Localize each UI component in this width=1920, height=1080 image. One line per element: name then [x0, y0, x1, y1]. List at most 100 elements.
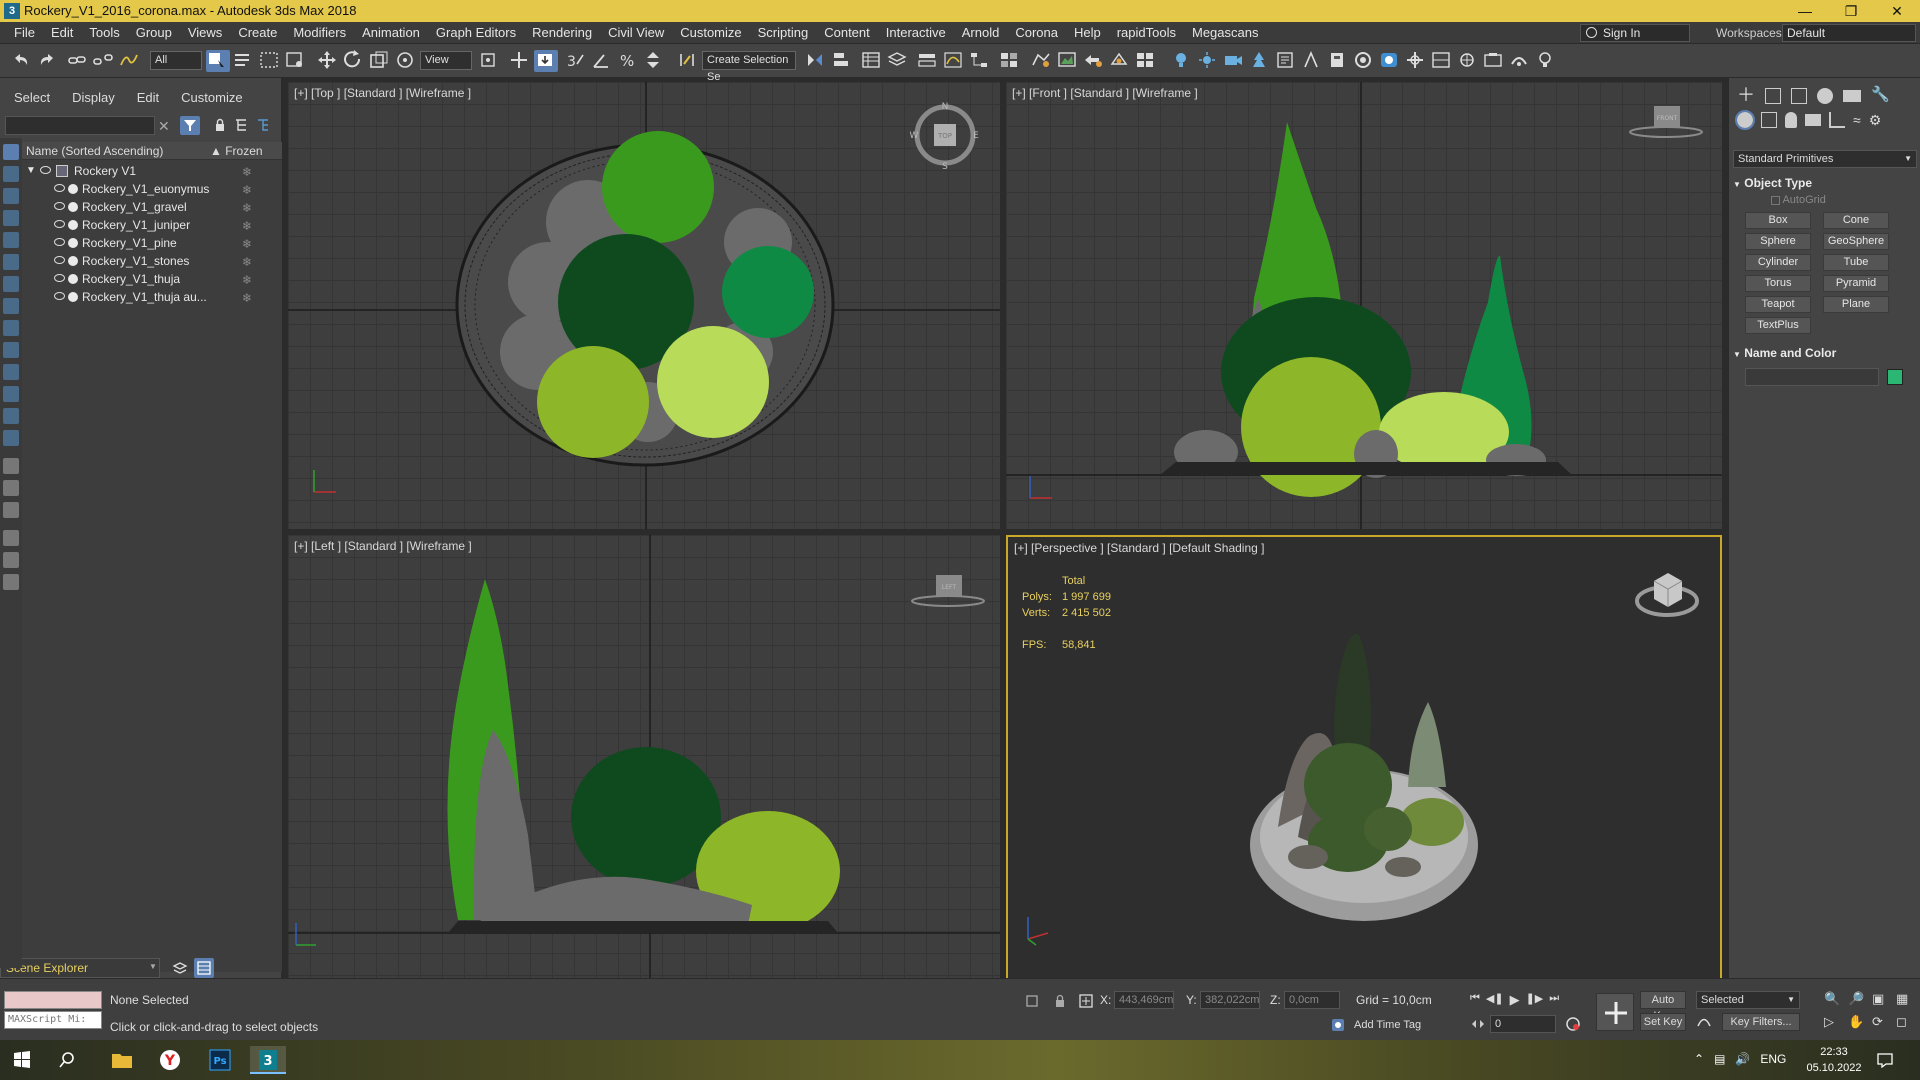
tree-root-row[interactable]: ▼ Rockery V1 ❄ — [22, 162, 282, 180]
orbit-icon[interactable]: ⟳ — [1872, 1014, 1894, 1035]
cone-button[interactable]: Cone — [1823, 212, 1889, 229]
search-icon[interactable] — [52, 1046, 88, 1074]
volume-icon[interactable]: 🔊 — [1735, 1052, 1750, 1068]
corona-decal-icon[interactable] — [1300, 50, 1324, 72]
menu-create[interactable]: Create — [230, 22, 285, 44]
window-crossing-icon[interactable] — [284, 50, 308, 72]
funnel-icon[interactable] — [3, 552, 19, 568]
manipulate-icon[interactable] — [508, 50, 532, 72]
visibility-eye-icon[interactable] — [54, 202, 65, 210]
link-icon[interactable] — [66, 50, 90, 72]
restore-icon[interactable]: ❐ — [1828, 0, 1874, 22]
visibility-eye-icon[interactable] — [54, 220, 65, 228]
viewport-front[interactable]: [+] [Front ] [Standard ] [Wireframe ] FR… — [1006, 82, 1722, 529]
filter-icon[interactable] — [180, 116, 200, 135]
torus-button[interactable]: Torus — [1745, 275, 1811, 292]
column-frozen-header[interactable]: ▲ Frozen — [210, 142, 263, 160]
bind-spacewarp-icon[interactable] — [118, 50, 142, 72]
menu-group[interactable]: Group — [128, 22, 180, 44]
toggle-ribbon-icon[interactable] — [916, 50, 940, 72]
toggle-scene-explorer-icon[interactable] — [860, 50, 884, 72]
system-mode-icon[interactable] — [3, 298, 19, 314]
placement-icon[interactable] — [394, 50, 418, 72]
menu-scripting[interactable]: Scripting — [750, 22, 817, 44]
curve-editor-icon[interactable] — [942, 50, 966, 72]
display-mode-icon[interactable] — [3, 320, 19, 336]
lights-icon[interactable] — [1785, 112, 1797, 128]
freeze-snowflake-icon[interactable]: ❄ — [242, 235, 252, 253]
create-mode-icon[interactable] — [3, 166, 19, 182]
menu-file[interactable]: File — [6, 22, 43, 44]
set-key-button[interactable]: Set Key — [1640, 1013, 1686, 1031]
filter-strip-icon[interactable] — [3, 530, 19, 546]
play-icon[interactable]: ▶ — [1510, 992, 1520, 1008]
cylinder-button[interactable]: Cylinder — [1745, 254, 1811, 271]
clear-search-icon[interactable]: ✕ — [158, 118, 170, 135]
move-icon[interactable] — [316, 50, 340, 72]
rapidtools-icon[interactable] — [1482, 50, 1506, 72]
file-explorer-icon[interactable] — [104, 1046, 140, 1074]
viewcube-perspective[interactable] — [1632, 561, 1702, 621]
next-frame-icon[interactable]: ❚▶ — [1526, 992, 1544, 1008]
time-config-icon[interactable] — [1470, 1016, 1486, 1032]
layers-icon[interactable] — [172, 960, 188, 976]
zoom-icon[interactable]: 🔍 — [1824, 991, 1846, 1012]
visibility-eye-icon[interactable] — [54, 274, 65, 282]
tree-row[interactable]: Rockery_V1_euonymus ❄ — [22, 180, 282, 198]
corona-interactive-render-icon[interactable] — [1352, 50, 1376, 72]
eye-icon[interactable] — [3, 430, 19, 446]
helpers-icon[interactable] — [1829, 112, 1845, 128]
photoshop-icon[interactable]: Ps — [202, 1046, 238, 1074]
plane-button[interactable]: Plane — [1823, 296, 1889, 313]
snaps-toggle-icon[interactable]: 3 — [564, 50, 588, 72]
freeze-snowflake-icon[interactable]: ❄ — [242, 271, 252, 289]
hierarchy-tab-icon[interactable] — [1791, 88, 1807, 104]
hierarchy-icon[interactable] — [234, 118, 248, 132]
time-configuration-icon[interactable] — [1564, 1015, 1582, 1033]
corona-light-icon[interactable] — [1170, 50, 1194, 72]
viewport-left[interactable]: [+] [Left ] [Standard ] [Wireframe ] LEF… — [288, 535, 1000, 982]
menu-rendering[interactable]: Rendering — [524, 22, 600, 44]
visibility-eye-icon[interactable] — [54, 184, 65, 192]
sign-in-button[interactable]: Sign In — [1580, 24, 1690, 42]
cameras-icon[interactable] — [1805, 114, 1821, 126]
corona-lightmix-icon[interactable] — [1430, 50, 1454, 72]
add-time-tag-label[interactable]: Add Time Tag — [1354, 1019, 1421, 1031]
key-filters-button[interactable]: Key Filters... — [1722, 1013, 1800, 1031]
document-icon[interactable] — [3, 458, 19, 474]
freeze-snowflake-icon[interactable]: ❄ — [242, 163, 252, 181]
previous-frame-icon[interactable]: ◀❚ — [1486, 992, 1504, 1008]
scene-tools-icon[interactable] — [1508, 50, 1532, 72]
isolate-selection-icon[interactable] — [1024, 993, 1040, 1009]
camera-mode-icon[interactable] — [3, 232, 19, 248]
shape-icon[interactable] — [3, 408, 19, 424]
zoom-extents-all-icon[interactable]: ▦ — [1896, 991, 1918, 1012]
network-icon[interactable]: ▤ — [1714, 1052, 1725, 1068]
corona-material-icon[interactable] — [1326, 50, 1350, 72]
modify-tab-icon[interactable] — [1765, 88, 1781, 104]
explorer-menu-edit[interactable]: Edit — [137, 90, 159, 105]
align-icon[interactable] — [830, 50, 854, 72]
pivot-center-icon[interactable] — [478, 50, 502, 72]
corona-proxy-icon[interactable] — [1274, 50, 1298, 72]
light-mode-icon[interactable] — [3, 210, 19, 226]
menu-interactive[interactable]: Interactive — [878, 22, 954, 44]
render-in-cloud-icon[interactable] — [1134, 50, 1158, 72]
object-color-swatch[interactable] — [1887, 369, 1903, 385]
tray-chevron-up-icon[interactable]: ⌃ — [1694, 1052, 1704, 1068]
material-editor-icon[interactable] — [998, 50, 1022, 72]
go-to-start-icon[interactable]: ⏮ — [1470, 992, 1480, 1008]
freeze-snowflake-icon[interactable]: ❄ — [242, 253, 252, 271]
rotate-icon[interactable] — [342, 50, 366, 72]
geometry-icon[interactable] — [1735, 110, 1755, 130]
motion-tab-icon[interactable] — [1817, 88, 1833, 104]
corona-scatter-icon[interactable] — [1248, 50, 1272, 72]
menu-animation[interactable]: Animation — [354, 22, 428, 44]
megascans-bridge-icon[interactable] — [1456, 50, 1480, 72]
column-name-header[interactable]: Name (Sorted Ascending) — [26, 142, 163, 160]
freeze-snowflake-icon[interactable]: ❄ — [242, 181, 252, 199]
redo-icon[interactable] — [36, 50, 60, 72]
absolute-mode-icon[interactable] — [1078, 993, 1094, 1009]
viewcube-left[interactable]: LEFT — [908, 569, 988, 609]
select-by-name-icon[interactable] — [232, 50, 256, 72]
